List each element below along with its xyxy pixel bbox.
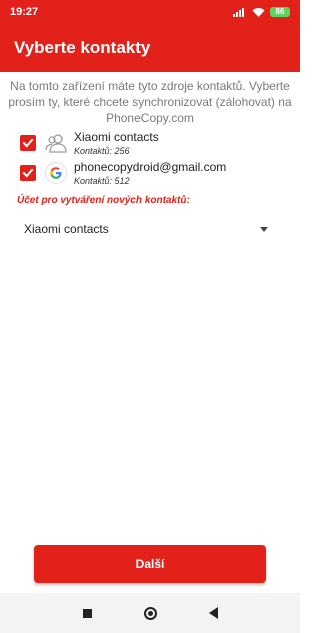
account-checkbox-xiaomi[interactable] bbox=[20, 135, 36, 151]
status-time: 19:27 bbox=[10, 6, 39, 18]
next-button[interactable]: Další bbox=[34, 545, 266, 583]
account-row-xiaomi[interactable]: Xiaomi contacts Kontaktů: 256 bbox=[20, 128, 280, 158]
contacts-icon bbox=[44, 131, 68, 155]
account-name: phonecopydroid@gmail.com bbox=[74, 159, 227, 174]
home-icon[interactable] bbox=[143, 606, 157, 620]
recents-icon[interactable] bbox=[82, 608, 92, 618]
home-icon-dot bbox=[147, 610, 153, 616]
google-icon bbox=[44, 161, 68, 185]
account-count: Kontaktů: 256 bbox=[74, 145, 130, 156]
account-text: Xiaomi contacts Kontaktů: 256 bbox=[74, 130, 159, 157]
select-value: Xiaomi contacts bbox=[24, 222, 109, 236]
app-bar: Vyberte kontakty bbox=[0, 24, 300, 72]
intro-text: Na tomto zařízení máte tyto zdroje konta… bbox=[8, 79, 292, 125]
back-icon[interactable] bbox=[208, 607, 218, 619]
system-nav-bar bbox=[0, 593, 300, 633]
account-text: phonecopydroid@gmail.com Kontaktů: 512 bbox=[74, 160, 226, 187]
account-count: Kontaktů: 512 bbox=[74, 175, 130, 186]
new-contacts-account-label: Účet pro vytváření nových kontaktů: bbox=[17, 195, 190, 206]
page-title: Vyberte kontakty bbox=[14, 38, 151, 57]
account-row-google[interactable]: phonecopydroid@gmail.com Kontaktů: 512 bbox=[20, 158, 280, 188]
signal-icon bbox=[233, 8, 244, 17]
screen: 19:27 86 Vyberte kontakty Na tomto zaříz… bbox=[0, 0, 300, 633]
status-bar: 19:27 86 bbox=[0, 0, 300, 24]
account-checkbox-google[interactable] bbox=[20, 165, 36, 181]
battery-icon: 86 bbox=[270, 7, 290, 17]
dropdown-arrow-icon bbox=[260, 226, 268, 232]
checkmark-icon bbox=[22, 138, 34, 148]
account-name: Xiaomi contacts bbox=[74, 129, 159, 144]
new-contacts-account-select[interactable]: Xiaomi contacts bbox=[16, 216, 276, 242]
wifi-icon bbox=[252, 8, 265, 17]
checkmark-icon bbox=[22, 168, 34, 178]
status-icons: 86 bbox=[233, 7, 290, 17]
